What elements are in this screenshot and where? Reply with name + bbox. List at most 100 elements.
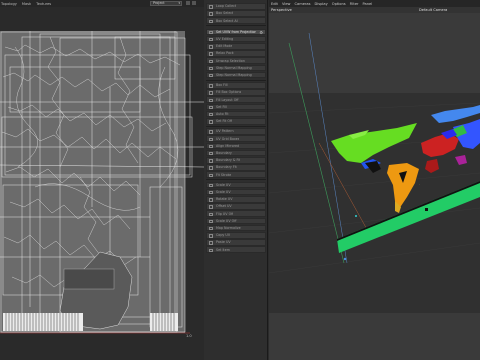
vp-menu-display[interactable]: Display (314, 2, 327, 6)
layer-icon (209, 137, 213, 142)
viewport-canvas[interactable]: · (269, 13, 480, 360)
layer-icon (209, 91, 213, 95)
layer-icon (209, 226, 213, 231)
stack-item[interactable]: Set UVW from Projection ⚙ (206, 28, 266, 36)
view-mode-label[interactable]: Perspective (271, 8, 292, 12)
stack-item-label: Boundary Fit (216, 165, 237, 170)
stack-separator (206, 79, 266, 81)
vp-menu-view[interactable]: View (282, 2, 291, 6)
tool-stack-panel: Loop Collect Box Select Box Select All Set … (204, 0, 268, 360)
stack-item-label: Step Normal Mapping (216, 65, 252, 70)
stack-item-label: Auto Fit (216, 112, 229, 117)
layer-icon (209, 212, 213, 217)
layer-icon (209, 234, 213, 238)
viewport-panel: Edit View Cameras Display Options Filter… (269, 0, 480, 360)
stack-item[interactable]: Auto Fit (206, 110, 266, 118)
stack-item[interactable]: Fit Stroke (206, 171, 266, 178)
stack-item[interactable]: Box Select All (206, 17, 266, 24)
layer-icon (209, 120, 213, 124)
vp-menu-cameras[interactable]: Cameras (295, 2, 311, 6)
layer-icon (209, 19, 213, 24)
stack-item-label: Loop Collect (216, 4, 237, 9)
layer-icon (209, 205, 213, 209)
stack-item[interactable]: Step Normal Mapping (206, 71, 266, 79)
stack-item[interactable]: Scale UV Off (206, 217, 266, 225)
vp-menu-filter[interactable]: Filter (350, 2, 359, 6)
layer-icon (209, 73, 213, 78)
gear-icon[interactable]: ⚙ (259, 30, 263, 35)
app-window: Topology Mask Textures Project ▾ 1.0 Loo… (0, 0, 480, 360)
stack-separator (206, 125, 266, 127)
stack-item-label: Relax Pack (216, 51, 234, 56)
project-dropdown[interactable]: Project ▾ (150, 1, 182, 6)
vp-menu-edit[interactable]: Edit (271, 2, 278, 6)
vp-menu-panel[interactable]: Panel (363, 2, 373, 6)
uv-stripe-strip-left (3, 313, 83, 331)
stack-item[interactable]: Relax Pack (206, 50, 266, 57)
stack-item[interactable]: Step Normal Mapping (206, 64, 266, 72)
stack-item-label: Align Mirrored (216, 143, 240, 148)
stack-item[interactable]: Set Item (206, 246, 266, 253)
stack-item[interactable]: Flip UV Off (206, 210, 266, 217)
uv-stripe-strip-right (150, 313, 178, 331)
pivot-point (343, 257, 347, 261)
stack-item[interactable]: Align Mirrored (206, 142, 266, 150)
stack-item-label: Fill Box Options (216, 90, 242, 95)
uv-toolbar-icons (186, 1, 196, 5)
stack-item-label: Rotate UV (216, 197, 233, 202)
layer-icon (209, 190, 213, 195)
stack-separator (206, 179, 266, 181)
stack-item[interactable]: Copy UV (206, 232, 266, 239)
stack-item[interactable]: Paste UV (206, 239, 266, 246)
layer-icon (209, 45, 213, 49)
stack-item-label: Boundary & Fit (216, 158, 241, 163)
stack-item[interactable]: UV Grid Boxes (206, 135, 266, 142)
layer-icon (209, 198, 213, 202)
uv-island-dark (63, 268, 115, 290)
stack-item[interactable]: Fill Layout Off (206, 96, 266, 103)
axis-marker: · (419, 182, 420, 186)
uv-menu-textures[interactable]: Textures (36, 2, 51, 6)
stack-item[interactable]: Unwrap Selection (206, 57, 266, 64)
stack-item[interactable]: Map Normalize (206, 224, 266, 232)
stack-item-label: Fill Layout Off (216, 97, 239, 102)
stack-item[interactable]: Boundary & Fit (206, 157, 266, 164)
layer-icon (209, 112, 213, 117)
layer-icon (209, 144, 213, 149)
stack-item[interactable]: Boundary Fit (206, 164, 266, 171)
layer-icon (209, 166, 213, 170)
layer-icon (209, 84, 213, 88)
stack-item[interactable]: Loop Collect (206, 3, 266, 10)
stack-item[interactable]: Box Fill (206, 82, 266, 89)
layer-icon (209, 173, 213, 178)
stack-item[interactable]: Scale UV (206, 181, 266, 189)
uv-menu-mask[interactable]: Mask (22, 2, 31, 6)
grid-icon[interactable] (186, 1, 190, 5)
stack-item-label: UV Pattern (216, 129, 234, 134)
stack-item-label: UV Grid Boxes (216, 136, 240, 141)
stack-item-label: Box Select All (216, 18, 239, 23)
stack-item[interactable]: Scale UV (206, 188, 266, 196)
settings-icon[interactable] (192, 1, 196, 5)
stack-item[interactable]: Rotate UV (206, 196, 266, 203)
stack-item-label: Edit Mode (216, 44, 233, 49)
stack-item-label: Scale UV (216, 182, 231, 187)
uv-canvas[interactable]: 1.0 (0, 7, 204, 360)
stack-item[interactable]: UV Editing (206, 35, 266, 43)
stack-item-label: Box Select (216, 11, 234, 16)
vp-menu-options[interactable]: Options (332, 2, 346, 6)
viewport-menubar: Edit View Cameras Display Options Filter… (269, 0, 480, 7)
stack-item[interactable]: Edit Mode (206, 43, 266, 50)
camera-label[interactable]: Default Camera (419, 8, 447, 12)
stack-item[interactable]: Offset UV (206, 203, 266, 210)
stack-item-label: Paste UV (216, 240, 231, 245)
layer-icon (209, 159, 213, 163)
stack-item[interactable]: Fill Box Options (206, 89, 266, 96)
uv-menu-topology[interactable]: Topology (1, 2, 17, 6)
stack-item[interactable]: UV Pattern (206, 128, 266, 135)
stack-item[interactable]: Boundary (206, 149, 266, 157)
stack-item[interactable]: Set Fit Off (206, 118, 266, 125)
layer-icon (209, 151, 213, 156)
stack-item[interactable]: Set Fill (206, 103, 266, 111)
stack-item[interactable]: Box Select (206, 10, 266, 17)
